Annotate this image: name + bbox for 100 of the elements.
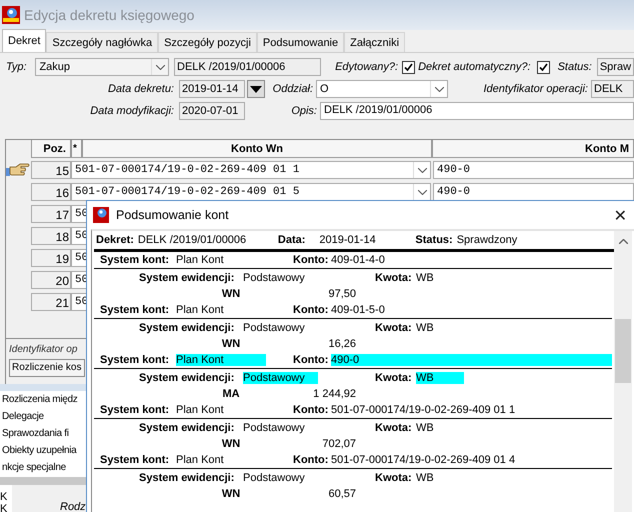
column-header[interactable]: Poz. xyxy=(31,140,71,158)
field-label: System kont: xyxy=(100,454,170,466)
side-label: WN xyxy=(220,438,242,450)
description-field[interactable]: DELK /2019/01/00006 xyxy=(320,102,634,120)
field-label: System kont: xyxy=(100,354,170,366)
chevron-down-icon xyxy=(418,190,426,194)
field-label: Data dekretu: xyxy=(106,83,174,95)
date-field[interactable]: 2019-01-14 xyxy=(179,80,245,98)
amount-type-value: WB xyxy=(416,272,435,284)
list-item[interactable]: K xyxy=(0,503,12,512)
checkbox[interactable] xyxy=(402,60,416,74)
chevron-down-icon xyxy=(418,168,426,172)
summary-value: 2019-01-14 xyxy=(319,234,377,246)
field-label: Edytowany?: xyxy=(334,61,398,73)
scrollbar-thumb[interactable] xyxy=(615,319,631,383)
field-label: Opis: xyxy=(290,105,317,117)
summary-value: Sprawdzony xyxy=(456,234,518,246)
record-system-value: Podstawowy xyxy=(243,372,318,384)
field-label: Rodz xyxy=(60,501,86,512)
position-cell: 15 xyxy=(31,161,71,179)
field-label: Kwota: xyxy=(375,372,413,384)
chevron-up-icon xyxy=(618,239,628,244)
field-label: System ewidencji: xyxy=(139,472,236,484)
field-label: Konto: xyxy=(293,454,330,466)
number-field[interactable]: DELK /2019/01/00006 xyxy=(174,58,322,76)
side-label: WN xyxy=(220,338,242,350)
amount-value: 702,07 xyxy=(321,438,356,450)
chevron-down-icon xyxy=(156,64,164,70)
amount-type-value: WB xyxy=(416,372,464,384)
account-value: 409-01-5-0 xyxy=(331,304,386,316)
field-label: Konto: xyxy=(293,254,330,266)
operation-id-field[interactable]: DELK xyxy=(591,80,634,98)
tab[interactable]: Szczegóły nagłówka xyxy=(46,32,158,52)
tab[interactable]: Szczegóły pozycji xyxy=(158,32,257,52)
account-field[interactable]: 490-0 xyxy=(433,183,634,201)
field-label: Dekret automatyczny?: xyxy=(418,61,531,73)
amount-type-value: WB xyxy=(416,322,435,334)
menu-item[interactable]: Delegacje xyxy=(2,408,44,425)
menu-item[interactable]: Obiekty uzupełnia xyxy=(2,442,76,459)
menu-item[interactable]: nkcje specjalne xyxy=(2,459,66,476)
close-button[interactable]: ✕ xyxy=(606,206,634,224)
account-system-value: Plan Kont xyxy=(176,454,225,466)
app-logo-icon xyxy=(93,207,109,223)
scrollbar[interactable] xyxy=(614,231,632,512)
position-cell: 17 xyxy=(31,205,71,223)
account-dropdown[interactable]: 501-07-000174/19-0-02-269-409 01 1 xyxy=(71,161,431,179)
tab[interactable]: Dekret xyxy=(2,29,46,52)
tab[interactable]: Podsumowanie xyxy=(256,32,344,52)
record-system-value: Podstawowy xyxy=(243,422,306,434)
field-label: Konto: xyxy=(293,404,330,416)
amount-value: 16,26 xyxy=(327,338,356,350)
account-system-value: Plan Kont xyxy=(176,254,225,266)
field-label: Oddział: xyxy=(272,83,313,95)
field-label: System kont: xyxy=(100,254,170,266)
date-picker-button[interactable] xyxy=(247,80,265,98)
summary-label: Data: xyxy=(278,234,306,246)
amount-value: 97,50 xyxy=(327,288,356,300)
checkbox[interactable] xyxy=(536,60,550,74)
chevron-down-icon xyxy=(434,86,444,92)
field-label: Konto: xyxy=(293,304,330,316)
account-dropdown[interactable]: 501-07-000174/19-0-02-269-409 01 5 xyxy=(71,183,431,201)
position-cell: 16 xyxy=(31,183,71,201)
settlement-field[interactable]: Rozliczenie kos xyxy=(9,359,85,377)
app-logo-icon xyxy=(2,6,20,24)
summary-value: DELK /2019/01/00006 xyxy=(138,234,248,246)
modification-date-field[interactable]: 2020-07-01 xyxy=(179,102,245,120)
record-system-value: Podstawowy xyxy=(243,322,306,334)
account-value: 501-07-000174/19-0-02-269-409 01 4 xyxy=(331,454,516,466)
menu-item[interactable]: Sprawozdania fi xyxy=(2,425,69,442)
branch-dropdown[interactable]: O xyxy=(316,80,448,98)
field-label: System ewidencji: xyxy=(139,372,236,384)
account-value: 501-07-000174/19-0-02-269-409 01 1 xyxy=(331,404,516,416)
menu-item[interactable]: Rozliczenia międz xyxy=(2,391,78,408)
field-label: System kont: xyxy=(100,404,170,416)
triangle-down-icon xyxy=(250,86,262,92)
field-label: Typ: xyxy=(6,61,28,73)
field-label: Status: xyxy=(558,61,592,73)
field-label: Konto: xyxy=(293,354,330,366)
field-label: Kwota: xyxy=(375,422,413,434)
field-label: System ewidencji: xyxy=(139,272,236,284)
dialog-title: Podsumowanie kont xyxy=(116,208,230,222)
field-label: System kont: xyxy=(100,304,170,316)
summary-label: Status: xyxy=(415,234,453,246)
field-label: System ewidencji: xyxy=(139,322,236,334)
tab[interactable]: Załączniki xyxy=(344,32,406,52)
account-system-value: Plan Kont xyxy=(176,304,225,316)
list-item[interactable]: K xyxy=(0,491,12,503)
amount-type-value: WB xyxy=(416,472,435,484)
column-header[interactable]: Konto M xyxy=(432,140,634,158)
field-label: Identyfikator operacji: xyxy=(482,83,588,95)
column-header[interactable]: Konto Wn xyxy=(82,140,432,158)
type-dropdown[interactable]: Zakup xyxy=(35,58,169,76)
status-field[interactable]: Spraw xyxy=(596,58,634,76)
field-label: Kwota: xyxy=(375,272,413,284)
column-header[interactable]: * xyxy=(71,140,82,158)
amount-value: 1 244,92 xyxy=(312,388,356,400)
amount-value: 60,57 xyxy=(327,488,356,500)
field-label: System ewidencji: xyxy=(139,422,236,434)
account-field[interactable]: 490-0 xyxy=(433,161,634,179)
summary-label: Dekret: xyxy=(96,234,134,246)
